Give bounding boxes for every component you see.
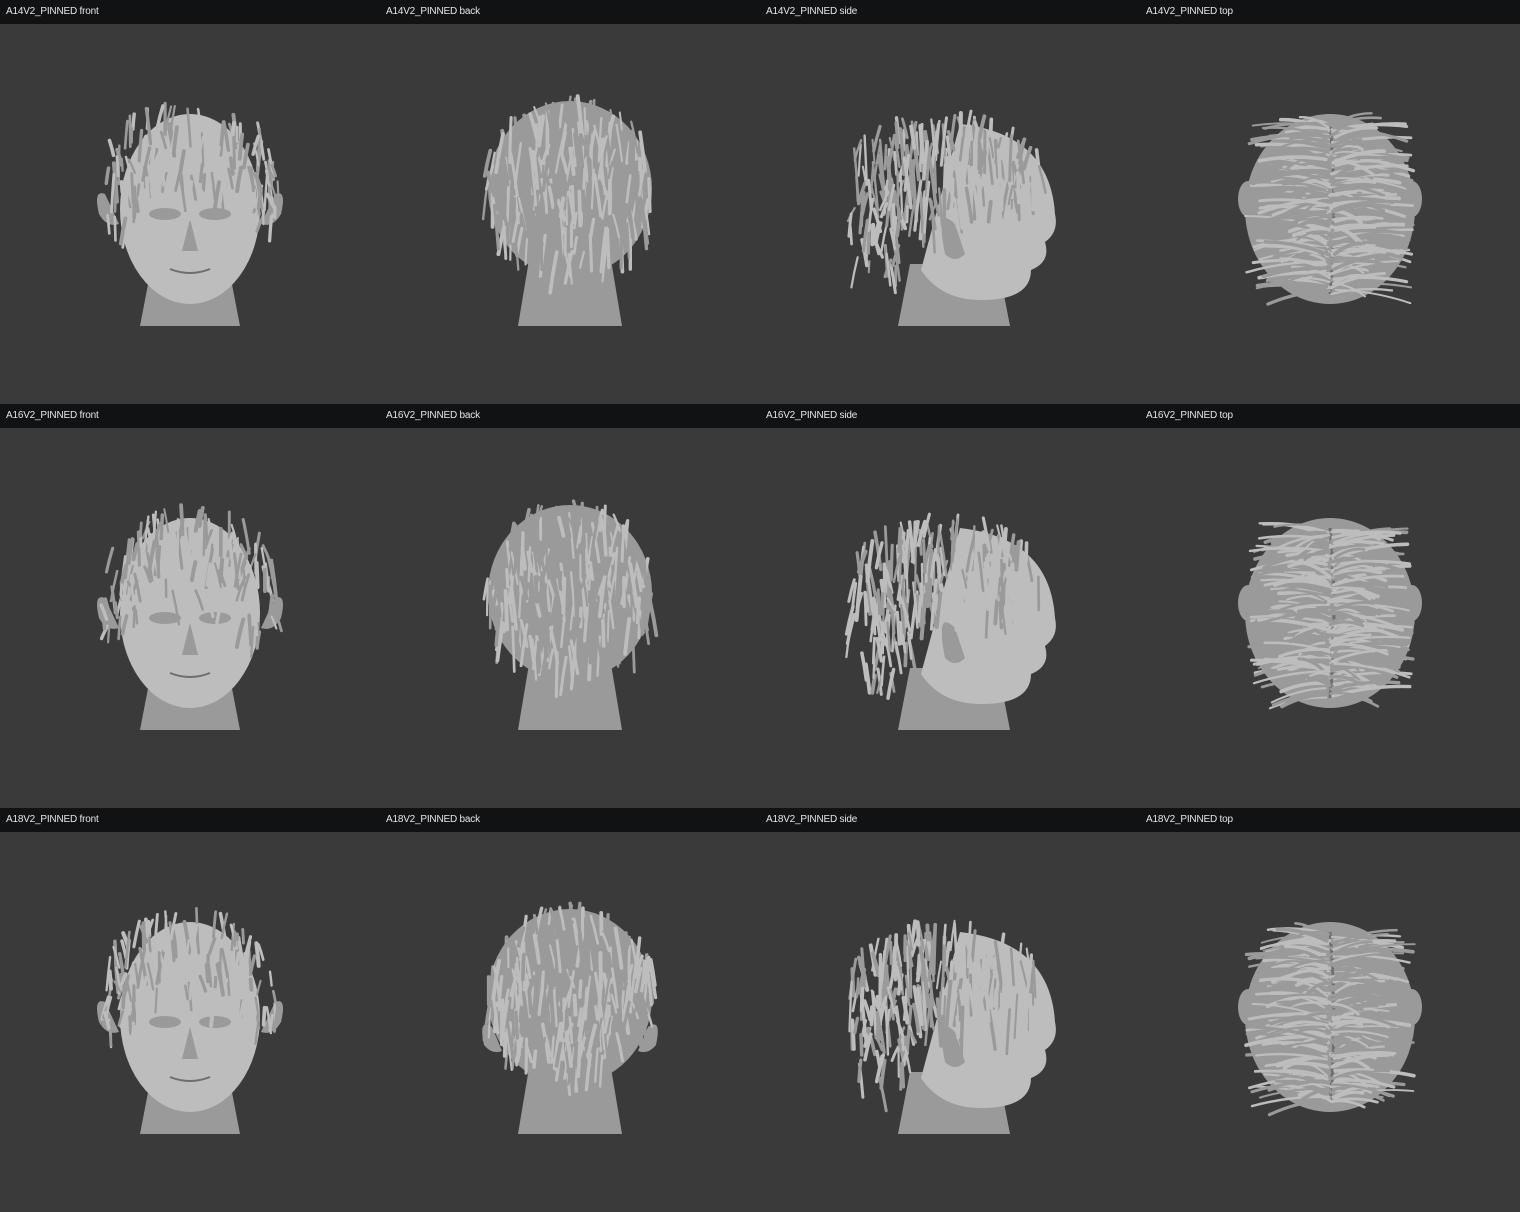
sculpt-render-front	[97, 101, 283, 326]
viewport-back[interactable]	[380, 428, 760, 808]
cell-label: A16V2_PINNED front	[6, 410, 99, 421]
sculpt-render-side	[846, 109, 1056, 326]
cell-label: A18V2_PINNED front	[6, 814, 99, 825]
viewport-back[interactable]	[380, 832, 760, 1212]
head-model	[1238, 112, 1422, 306]
render-row-a14v2: A14V2_PINNED front A14V2_PINNED back A14…	[0, 0, 1520, 404]
cell-label: A14V2_PINNED back	[386, 6, 480, 17]
viewport-top[interactable]	[1140, 428, 1520, 808]
head-model	[844, 512, 1056, 730]
sculpt-render-front	[97, 503, 283, 730]
sculpt-render-back	[482, 901, 658, 1134]
viewport-back[interactable]	[380, 24, 760, 404]
cell-label: A18V2_PINNED back	[386, 814, 480, 825]
viewport-side[interactable]	[760, 24, 1140, 404]
viewport-top[interactable]	[1140, 832, 1520, 1212]
cell-label: A14V2_PINNED side	[766, 6, 858, 17]
sculpt-render-top	[1238, 112, 1422, 306]
head-model	[846, 109, 1056, 326]
sculpt-render-side	[844, 512, 1056, 730]
row-header-bar	[0, 404, 1520, 428]
render-row-a16v2: A16V2_PINNED front A16V2_PINNED back A16…	[0, 404, 1520, 808]
viewport-front[interactable]	[0, 24, 380, 404]
head-model	[482, 901, 658, 1134]
head-model	[1238, 921, 1422, 1117]
head-model	[848, 919, 1056, 1134]
head-model	[1238, 518, 1422, 710]
cell-label: A18V2_PINNED side	[766, 814, 858, 825]
row-header-bar	[0, 808, 1520, 832]
row-header-bar	[0, 0, 1520, 24]
cell-label: A16V2_PINNED back	[386, 410, 480, 421]
viewport-front[interactable]	[0, 428, 380, 808]
cell-label: A18V2_PINNED top	[1146, 814, 1233, 825]
viewport-side[interactable]	[760, 832, 1140, 1212]
viewport-front[interactable]	[0, 832, 380, 1212]
cell-label: A16V2_PINNED top	[1146, 410, 1233, 421]
head-model	[97, 906, 283, 1134]
sculpt-render-top	[1238, 921, 1422, 1117]
cell-label: A16V2_PINNED side	[766, 410, 858, 421]
sculpt-render-top	[1238, 518, 1422, 710]
cell-label: A14V2_PINNED top	[1146, 6, 1233, 17]
head-model	[97, 101, 283, 326]
render-row-a18v2: A18V2_PINNED front A18V2_PINNED back A18…	[0, 808, 1520, 1212]
sculpt-render-back	[481, 94, 652, 326]
sculpt-render-front	[97, 906, 283, 1134]
sculpt-render-back	[482, 499, 659, 730]
head-model	[481, 94, 652, 326]
viewport-top[interactable]	[1140, 24, 1520, 404]
render-grid: A14V2_PINNED front A14V2_PINNED back A14…	[0, 0, 1520, 1212]
sculpt-render-side	[848, 919, 1056, 1134]
viewport-side[interactable]	[760, 428, 1140, 808]
cell-label: A14V2_PINNED front	[6, 6, 99, 17]
head-model	[482, 499, 659, 730]
head-model	[97, 503, 283, 730]
